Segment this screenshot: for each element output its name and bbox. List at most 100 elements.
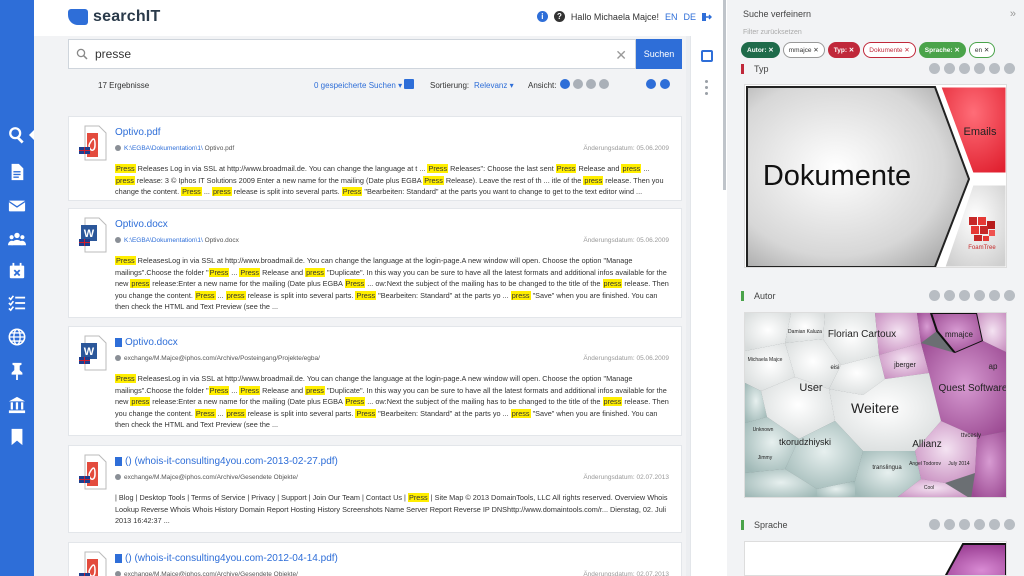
filter-chip[interactable]: mmajce ✕ — [782, 42, 825, 58]
autor-cell-florian[interactable]: Florian Cartoux — [828, 329, 896, 340]
autor-cell-mmajce[interactable]: mmajce — [945, 330, 974, 339]
result-title[interactable]: Optivo.docx — [115, 219, 168, 230]
autor-cell-damian[interactable]: Damian Kaluza — [788, 329, 822, 335]
facet-typ-chart[interactable]: Dokumente Emails FoamTree — [744, 84, 1007, 268]
filter-icon[interactable] — [959, 63, 970, 74]
lang-en[interactable]: EN — [665, 12, 678, 22]
autor-cell-quest[interactable]: Quest Software — [939, 383, 1007, 394]
pie-chart-icon[interactable] — [944, 63, 955, 74]
save-search-icon[interactable] — [404, 79, 414, 89]
result-title[interactable]: Optivo.pdf — [115, 127, 161, 138]
nav-bookmarks[interactable] — [0, 422, 34, 452]
result-card[interactable]: Optivo.pdf K:\EGBA\Dokumentation\1\ Optiv… — [68, 116, 682, 201]
filter-chip[interactable]: Sprache: ✕ — [918, 42, 966, 58]
nav-documents[interactable] — [0, 157, 34, 187]
saved-searches-dropdown[interactable]: 0 gespeicherte Suchen ▾ — [314, 81, 402, 90]
autor-cell-translingua[interactable]: translingua — [872, 465, 902, 471]
autor-cell-weitere[interactable]: Weitere — [851, 400, 899, 416]
chevron-up-icon[interactable] — [1004, 63, 1015, 74]
nav-pinned[interactable] — [0, 356, 34, 386]
pie-chart-icon[interactable] — [944, 519, 955, 530]
search-button[interactable]: Suchen — [636, 39, 682, 69]
nav-web[interactable] — [0, 322, 34, 352]
typ-foamtree[interactable]: Dokumente Emails FoamTree — [745, 85, 1007, 268]
refresh-icon[interactable] — [974, 63, 985, 74]
result-card[interactable]: () (whois-it-consulting4you.com-2013-02-… — [68, 445, 682, 533]
chevron-up-icon[interactable] — [1004, 519, 1015, 530]
result-title[interactable]: Optivo.docx — [115, 337, 178, 348]
app-logo[interactable]: searchIT — [68, 8, 160, 26]
collapse-panel-icon[interactable]: » — [1010, 8, 1016, 20]
result-folder-link[interactable]: K:\EGBA\Dokumentation\1\ — [124, 145, 203, 152]
typ-cell-dokumente[interactable]: Dokumente — [763, 160, 911, 192]
nav-search[interactable] — [0, 120, 34, 150]
filter-chip[interactable]: Autor: ✕ — [741, 42, 780, 58]
autor-cell-jberger[interactable]: jberger — [893, 362, 916, 369]
image-icon[interactable] — [989, 519, 1000, 530]
help-icon[interactable]: ? — [553, 11, 565, 22]
image-icon[interactable] — [989, 63, 1000, 74]
facet-autor-chart[interactable]: Florian Cartoux mmajce User Quest Softwa… — [744, 312, 1007, 498]
search-input[interactable] — [95, 47, 605, 61]
reset-filters-link[interactable]: Filter zurücksetzen — [743, 29, 802, 36]
autor-cell-jimmy[interactable]: Jimmy — [758, 455, 773, 461]
clear-search-icon[interactable]: ✕ — [615, 47, 627, 64]
autor-cell-unknown[interactable]: Unknown — [753, 427, 774, 433]
autor-cell-ttvcesly[interactable]: ttvcesly — [961, 433, 981, 439]
pdf-file-icon — [79, 125, 107, 161]
autor-cell-cool[interactable]: Cool — [924, 485, 934, 491]
user-greeting[interactable]: Hallo Michaela Majce! — [571, 12, 659, 22]
result-card[interactable]: () (whois-it-consulting4you.com-2012-04-… — [68, 542, 682, 576]
nav-users[interactable] — [0, 224, 34, 254]
filter-chip[interactable]: Dokumente ✕ — [863, 42, 916, 58]
result-folder-link[interactable]: K:\EGBA\Dokumentation\1\ — [124, 237, 203, 244]
nav-archive[interactable] — [0, 390, 34, 420]
lang-de[interactable]: DE — [683, 12, 696, 22]
location-icon — [115, 355, 121, 361]
calendar-filter-icon[interactable] — [701, 50, 713, 62]
folder-view-icon[interactable] — [586, 79, 596, 89]
facet-dollar-icon[interactable] — [929, 519, 940, 530]
autor-foamtree[interactable]: Florian Cartoux mmajce User Quest Softwa… — [745, 313, 1007, 498]
autor-cell-michaela[interactable]: Michaela Majce — [748, 357, 783, 363]
facet-sprache-chart[interactable] — [744, 541, 1007, 576]
autor-cell-angel[interactable]: Angel Todorov — [909, 461, 941, 467]
sprache-foamtree[interactable] — [745, 542, 1007, 576]
result-title[interactable]: () (whois-it-consulting4you.com-2012-04-… — [115, 553, 338, 564]
filter-chip[interactable]: en ✕ — [968, 42, 996, 58]
export-icon[interactable] — [646, 79, 656, 89]
filter-icon[interactable] — [959, 290, 970, 301]
timeline-view-icon[interactable] — [599, 79, 609, 89]
logout-icon[interactable] — [702, 12, 712, 22]
image-icon[interactable] — [989, 290, 1000, 301]
autor-cell-user[interactable]: User — [799, 382, 823, 394]
typ-cell-emails[interactable]: Emails — [963, 126, 997, 138]
grid-view-icon[interactable] — [573, 79, 583, 89]
autor-cell-july[interactable]: July 2014 — [948, 461, 970, 467]
result-title[interactable]: () (whois-it-consulting4you.com-2013-02-… — [115, 456, 338, 467]
page-scrollbar[interactable] — [723, 0, 726, 190]
info-icon[interactable]: i — [536, 11, 548, 22]
nav-mail[interactable] — [0, 191, 34, 221]
list-view-icon[interactable] — [560, 79, 570, 89]
facet-dollar-icon[interactable] — [929, 63, 940, 74]
facet-dollar-icon[interactable] — [929, 290, 940, 301]
result-card[interactable]: W Optivo.docx K:\EGBA\Dokumentation\1\ Opt… — [68, 208, 682, 318]
sort-dropdown[interactable]: Relevanz ▾ — [474, 81, 514, 90]
result-card[interactable]: W Optivo.docx exchange/M.Majce@iphos.com/A… — [68, 326, 682, 436]
nav-calendar[interactable] — [0, 256, 34, 286]
pie-chart-icon[interactable] — [944, 290, 955, 301]
autor-cell-allianz[interactable]: Allianz — [912, 439, 941, 450]
filter-icon[interactable] — [959, 519, 970, 530]
compare-icon[interactable] — [660, 79, 670, 89]
autor-cell-ap[interactable]: ap — [989, 362, 998, 371]
refresh-icon[interactable] — [974, 519, 985, 530]
refresh-icon[interactable] — [974, 290, 985, 301]
chevron-up-icon[interactable] — [1004, 290, 1015, 301]
nav-tasks[interactable] — [0, 288, 34, 318]
facet-sprache-tools — [929, 519, 1015, 530]
more-options-icon[interactable] — [705, 80, 709, 98]
filter-chip[interactable]: Typ: ✕ — [827, 42, 861, 58]
autor-cell-eisi[interactable]: eisi — [830, 365, 839, 371]
autor-cell-tkorudzhiyski[interactable]: tkorudzhiyski — [779, 437, 831, 447]
